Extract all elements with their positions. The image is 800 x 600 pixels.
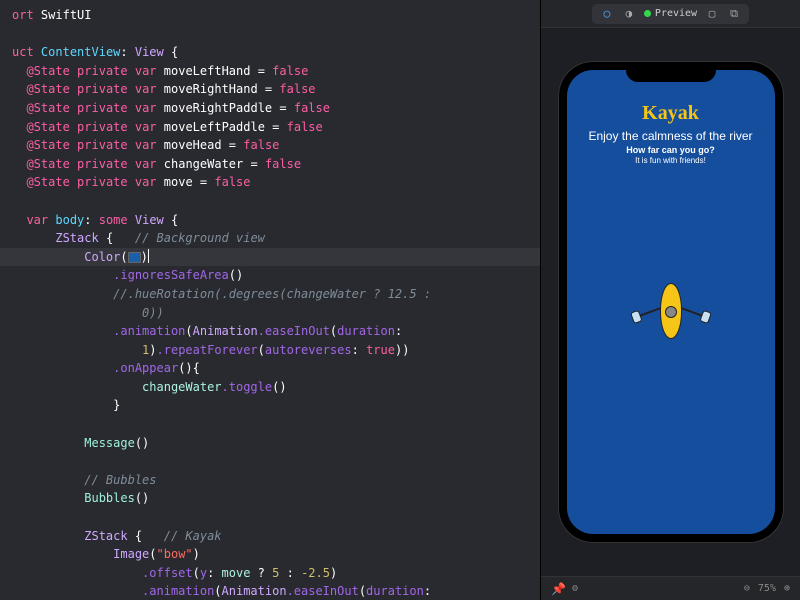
pin-icon[interactable]: 📌 [551, 582, 566, 596]
device-frame: Kayak Enjoy the calmness of the river Ho… [559, 62, 783, 542]
device-screen: Kayak Enjoy the calmness of the river Ho… [567, 70, 775, 534]
preview-panel: ◯ ◑ Preview ▢ ⧉ Kayak Enjoy the calmness… [540, 0, 800, 600]
keyword-import: ort [12, 8, 34, 22]
attr-state: @State [26, 64, 69, 78]
preview-canvas[interactable]: Kayak Enjoy the calmness of the river Ho… [541, 28, 800, 576]
canvas-bottom-bar: 📌 ⚙ ⊖ 75% ⊕ [541, 576, 800, 600]
active-line[interactable]: Color() [0, 248, 540, 267]
live-preview-icon[interactable]: ◯ [600, 7, 614, 21]
device-settings-icon[interactable]: ▢ [705, 7, 719, 21]
color-swatch-icon[interactable] [128, 252, 141, 263]
zoom-level[interactable]: 75% [758, 583, 776, 594]
zoom-out-icon[interactable]: ⊖ [744, 583, 750, 594]
boat-icon [660, 283, 682, 339]
app-subtitle-3: It is fun with friends! [635, 156, 706, 165]
preview-toolbar: ◯ ◑ Preview ▢ ⧉ [541, 0, 800, 28]
paddle-right-icon [678, 307, 705, 318]
selectable-preview-icon[interactable]: ◑ [622, 7, 636, 21]
type-view: View [135, 45, 164, 59]
app-subtitle-1: Enjoy the calmness of the river [588, 129, 752, 143]
zoom-in-icon[interactable]: ⊕ [784, 583, 790, 594]
duplicate-preview-icon[interactable]: ⧉ [727, 7, 741, 21]
code-editor[interactable]: ort SwiftUI uct ContentView: View { @Sta… [0, 0, 540, 600]
device-notch [626, 62, 716, 82]
text-cursor [148, 249, 149, 263]
comment-bg: // Background view [135, 231, 265, 245]
preview-status: Preview [644, 8, 697, 19]
app-subtitle-2: How far can you go? [626, 145, 715, 155]
app-title: Kayak [642, 102, 699, 125]
filter-icon[interactable]: ⚙ [572, 583, 578, 594]
keyword-struct: uct [12, 45, 34, 59]
module-swiftui: SwiftUI [41, 8, 92, 22]
kayak-illustration [660, 283, 682, 339]
type-contentview: ContentView [41, 45, 120, 59]
status-dot-icon [644, 10, 651, 17]
